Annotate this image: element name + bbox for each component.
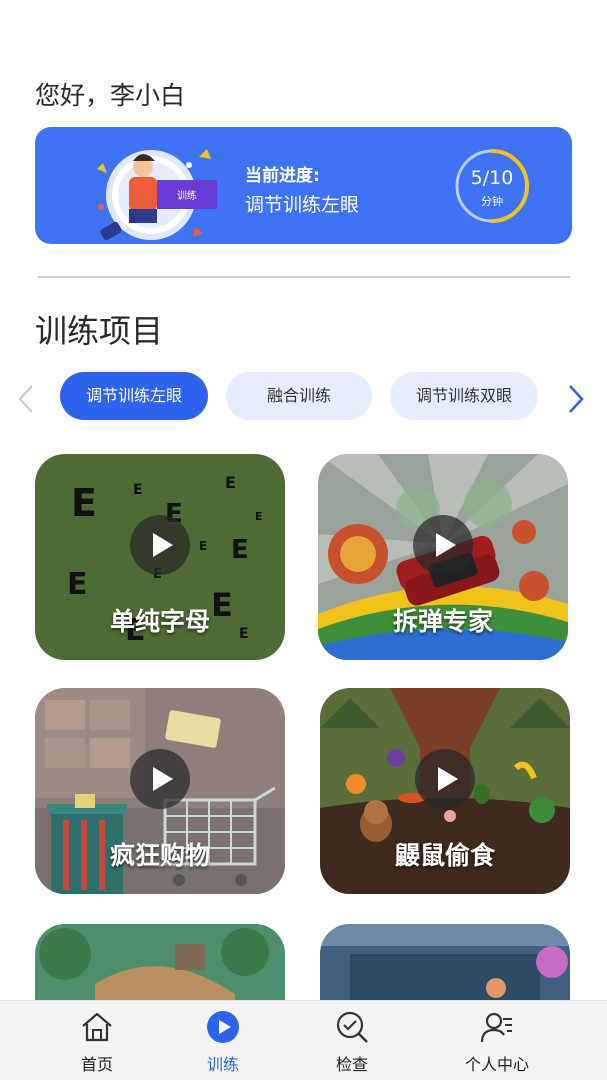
svg-text:E: E (255, 510, 263, 523)
chevron-right-icon[interactable] (562, 382, 588, 416)
section-title: 训练项目 (35, 312, 164, 350)
svg-text:E: E (71, 481, 97, 525)
svg-text:E: E (231, 535, 249, 565)
play-icon[interactable] (415, 748, 475, 809)
game-card-shopping[interactable]: 疯狂购物 (35, 688, 285, 894)
tab-label: 训练 (206, 1055, 239, 1074)
tab-label: 检查 (335, 1055, 368, 1074)
tab-label: 首页 (80, 1055, 113, 1074)
current-training-name: 调节训练左眼 (245, 194, 360, 216)
illustration-tag: 训练 (177, 189, 197, 202)
play-icon (207, 1011, 239, 1043)
training-illustration: 训练 (97, 149, 217, 241)
tab-label: 个人中心 (464, 1055, 529, 1074)
game-card-letters[interactable]: E E E E E E E E E E E E 单纯字母 (35, 454, 285, 660)
tab-home[interactable]: 首页 (37, 1001, 157, 1080)
tab-profile[interactable]: 个人中心 (437, 1001, 557, 1080)
chevron-left-icon[interactable] (14, 382, 40, 416)
game-title: 疯狂购物 (109, 841, 210, 870)
game-card-mole[interactable]: 鼹鼠偷食 (320, 688, 570, 894)
progress-count: 5/10 (470, 167, 514, 189)
home-icon (82, 1012, 112, 1042)
play-icon[interactable] (413, 514, 473, 575)
progress-unit: 分钟 (481, 195, 503, 208)
category-chip-fusion[interactable]: 融合训练 (226, 372, 372, 420)
play-icon[interactable] (130, 748, 190, 809)
svg-text:E: E (199, 539, 207, 553)
tab-check[interactable]: 检查 (292, 1001, 412, 1080)
bottom-tab-bar: 首页 训练 检查 个人中心 (0, 1000, 607, 1080)
user-icon (480, 1012, 512, 1043)
category-chip-both-eyes[interactable]: 调节训练双眼 (390, 372, 538, 420)
search-check-icon (336, 1011, 368, 1043)
tab-training[interactable]: 训练 (163, 1001, 283, 1080)
greeting-text: 您好，李小白 (35, 81, 186, 110)
game-title: 拆弹专家 (392, 607, 493, 636)
svg-text:E: E (67, 567, 88, 602)
game-card-bomb[interactable]: 拆弹专家 (318, 454, 568, 660)
progress-card[interactable]: 训练 当前进度: 调节训练左眼 5/10 分钟 (35, 127, 572, 244)
play-icon[interactable] (130, 514, 190, 575)
category-chip-left-eye[interactable]: 调节训练左眼 (60, 372, 208, 420)
divider (38, 276, 570, 278)
progress-label: 当前进度: (245, 166, 320, 186)
game-title: 单纯字母 (109, 607, 210, 636)
svg-text:E: E (225, 473, 236, 492)
svg-text:E: E (133, 482, 143, 498)
game-title: 鼹鼠偷食 (394, 841, 495, 870)
